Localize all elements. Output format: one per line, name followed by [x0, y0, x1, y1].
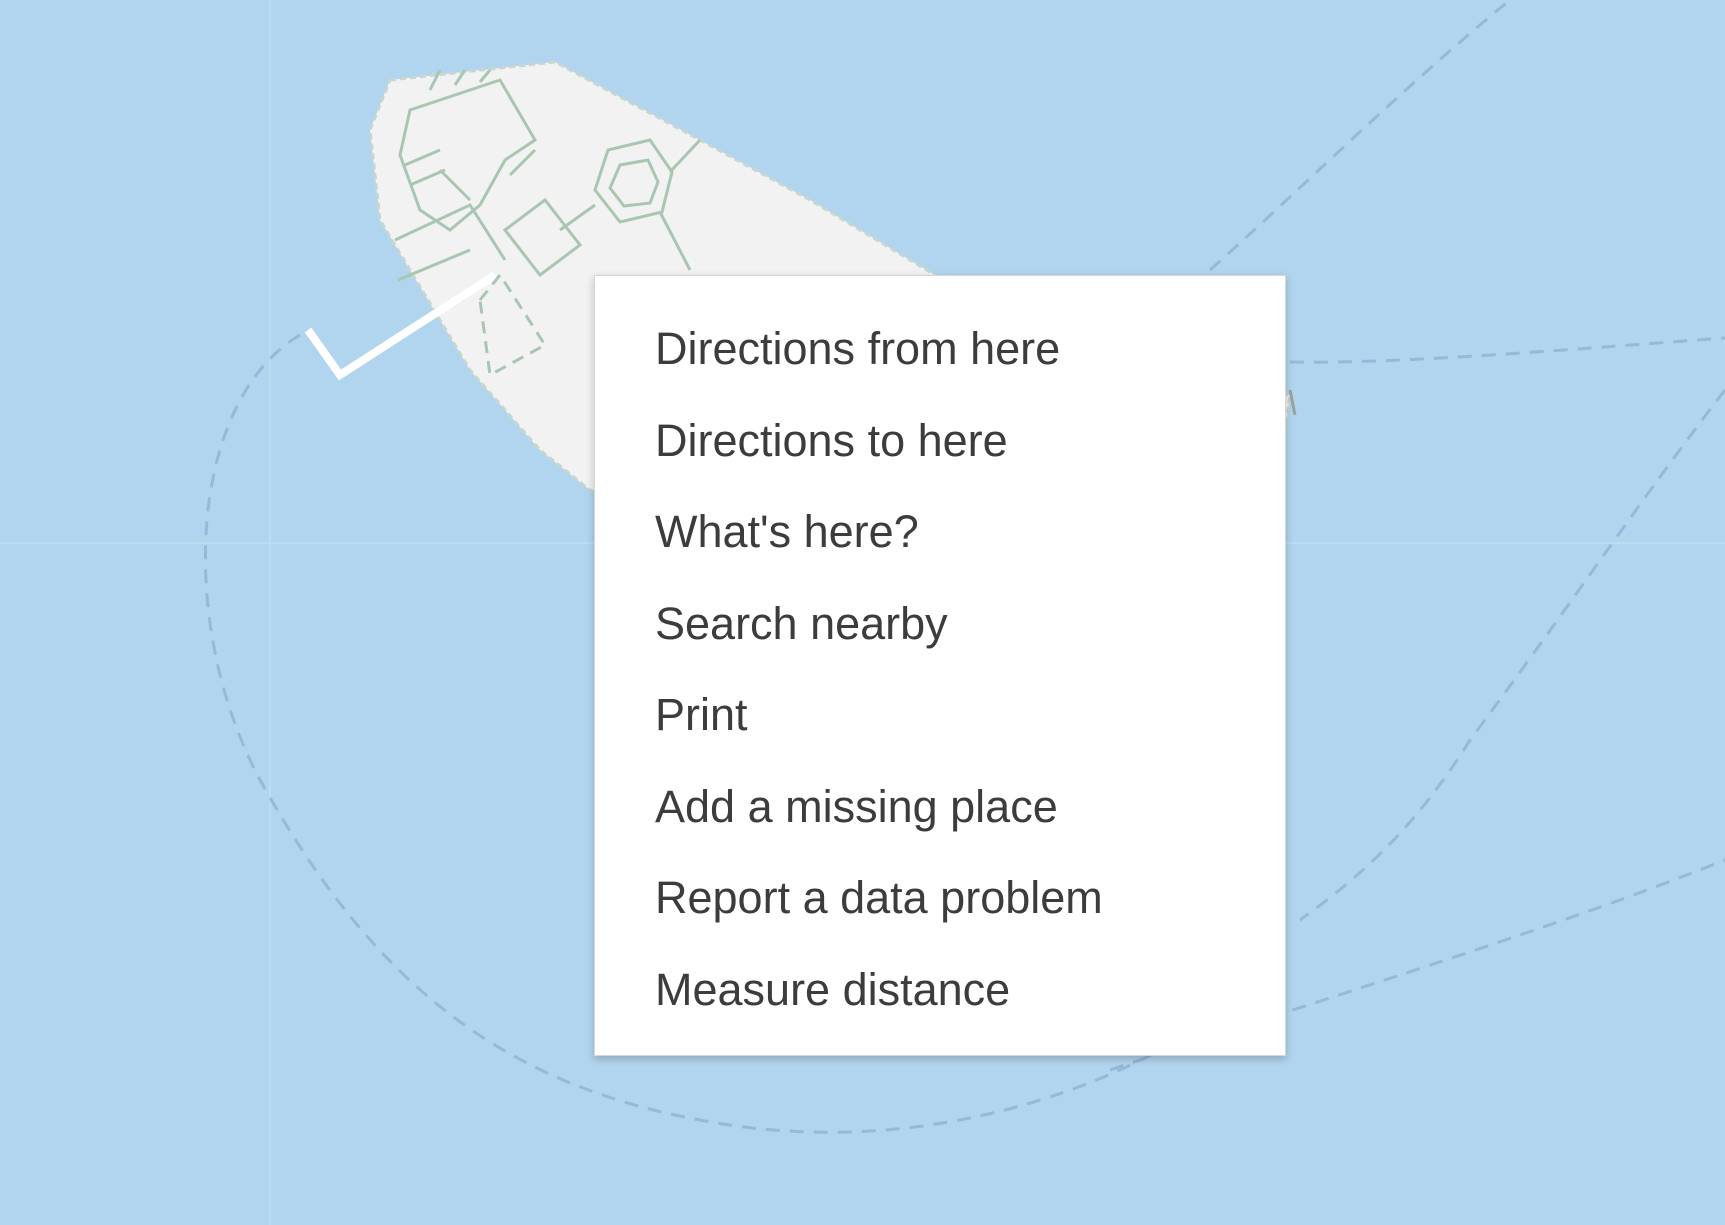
menu-item-directions-from-here[interactable]: Directions from here	[595, 303, 1285, 395]
boundary-line	[1299, 389, 1725, 922]
menu-item-directions-to-here[interactable]: Directions to here	[595, 395, 1285, 487]
map-context-menu: Directions from here Directions to here …	[594, 275, 1286, 1056]
boundary-line	[1289, 336, 1725, 364]
menu-item-measure-distance[interactable]: Measure distance	[595, 944, 1285, 1036]
menu-item-add-missing-place[interactable]: Add a missing place	[595, 761, 1285, 853]
menu-item-whats-here[interactable]: What's here?	[595, 486, 1285, 578]
boundary-line	[1209, 0, 1511, 272]
menu-item-search-nearby[interactable]: Search nearby	[595, 578, 1285, 670]
menu-item-print[interactable]: Print	[595, 669, 1285, 761]
map-label-fragment	[1288, 389, 1297, 416]
menu-item-report-data-problem[interactable]: Report a data problem	[595, 852, 1285, 944]
